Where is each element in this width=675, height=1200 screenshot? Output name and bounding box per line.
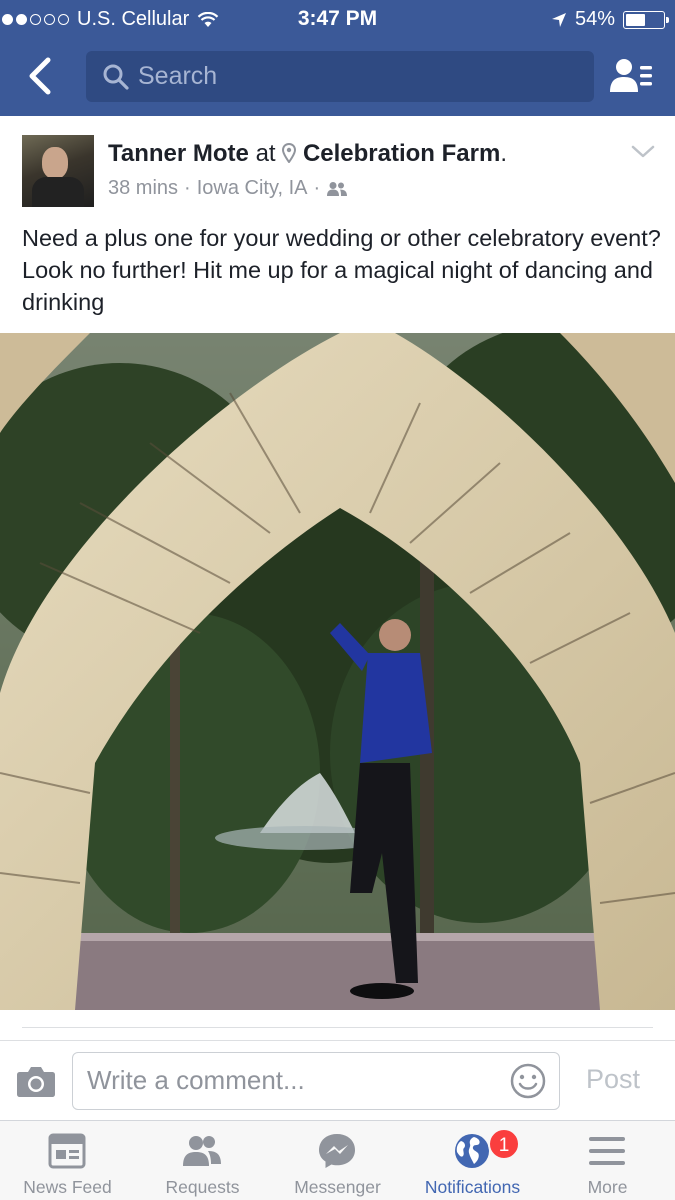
- messenger-icon: [319, 1134, 355, 1168]
- post-header: Tanner Mote at Celebration Farm.: [108, 140, 507, 168]
- tab-messenger[interactable]: Messenger: [270, 1121, 405, 1200]
- at-label: at: [255, 140, 276, 167]
- news-feed-icon: [48, 1133, 86, 1169]
- post-location: Iowa City, IA: [196, 177, 308, 199]
- post-photo[interactable]: [0, 333, 675, 1010]
- place-name[interactable]: Celebration Farm: [303, 140, 500, 167]
- friends-privacy-icon: [327, 181, 348, 196]
- search-input[interactable]: [138, 51, 578, 102]
- divider: [22, 1027, 653, 1028]
- tab-bar: News Feed Requests Messenger Notificatio…: [0, 1120, 675, 1200]
- comment-field[interactable]: [72, 1052, 560, 1110]
- status-bar: U.S. Cellular 3:47 PM 54%: [0, 0, 675, 38]
- menu-icon: [589, 1137, 625, 1165]
- tab-requests[interactable]: Requests: [135, 1121, 270, 1200]
- chevron-down-icon[interactable]: [630, 140, 656, 162]
- meta-separator: ·: [313, 177, 321, 199]
- tab-notifications[interactable]: Notifications: [405, 1121, 540, 1200]
- post-button[interactable]: Post: [586, 1064, 640, 1095]
- friend-list-icon[interactable]: [608, 56, 656, 96]
- divider: [0, 1040, 675, 1041]
- tab-label: News Feed: [23, 1177, 112, 1197]
- avatar[interactable]: [22, 135, 94, 207]
- post-meta: 38 mins · Iowa City, IA ·: [108, 177, 348, 200]
- search-bar[interactable]: [86, 51, 594, 102]
- tab-label: Notifications: [424, 1177, 521, 1197]
- camera-icon[interactable]: [16, 1064, 56, 1098]
- globe-icon: [455, 1134, 489, 1168]
- tab-label: More: [587, 1177, 628, 1197]
- meta-separator: ·: [184, 177, 191, 199]
- tab-label: Messenger: [294, 1177, 381, 1197]
- comment-input[interactable]: [87, 1053, 507, 1108]
- place-period: .: [500, 140, 507, 167]
- emoji-icon[interactable]: [509, 1062, 547, 1100]
- battery-percent: 54%: [574, 8, 615, 30]
- back-icon[interactable]: [20, 54, 60, 98]
- post-time[interactable]: 38 mins: [108, 177, 178, 200]
- photo-illustration: [0, 333, 675, 1010]
- navigation-bar: [0, 38, 675, 116]
- friend-requests-icon: [183, 1136, 221, 1166]
- post-text: Need a plus one for your wedding or othe…: [22, 225, 661, 315]
- location-arrow-icon: [551, 12, 566, 27]
- search-icon: [103, 64, 129, 90]
- location-pin-icon: [282, 142, 297, 164]
- battery-icon: [623, 10, 669, 29]
- tab-more[interactable]: More: [540, 1121, 675, 1200]
- notification-badge: 1: [488, 1128, 520, 1160]
- tab-label: Requests: [165, 1177, 240, 1197]
- author-name[interactable]: Tanner Mote: [108, 140, 249, 167]
- tab-news-feed[interactable]: News Feed: [0, 1121, 135, 1200]
